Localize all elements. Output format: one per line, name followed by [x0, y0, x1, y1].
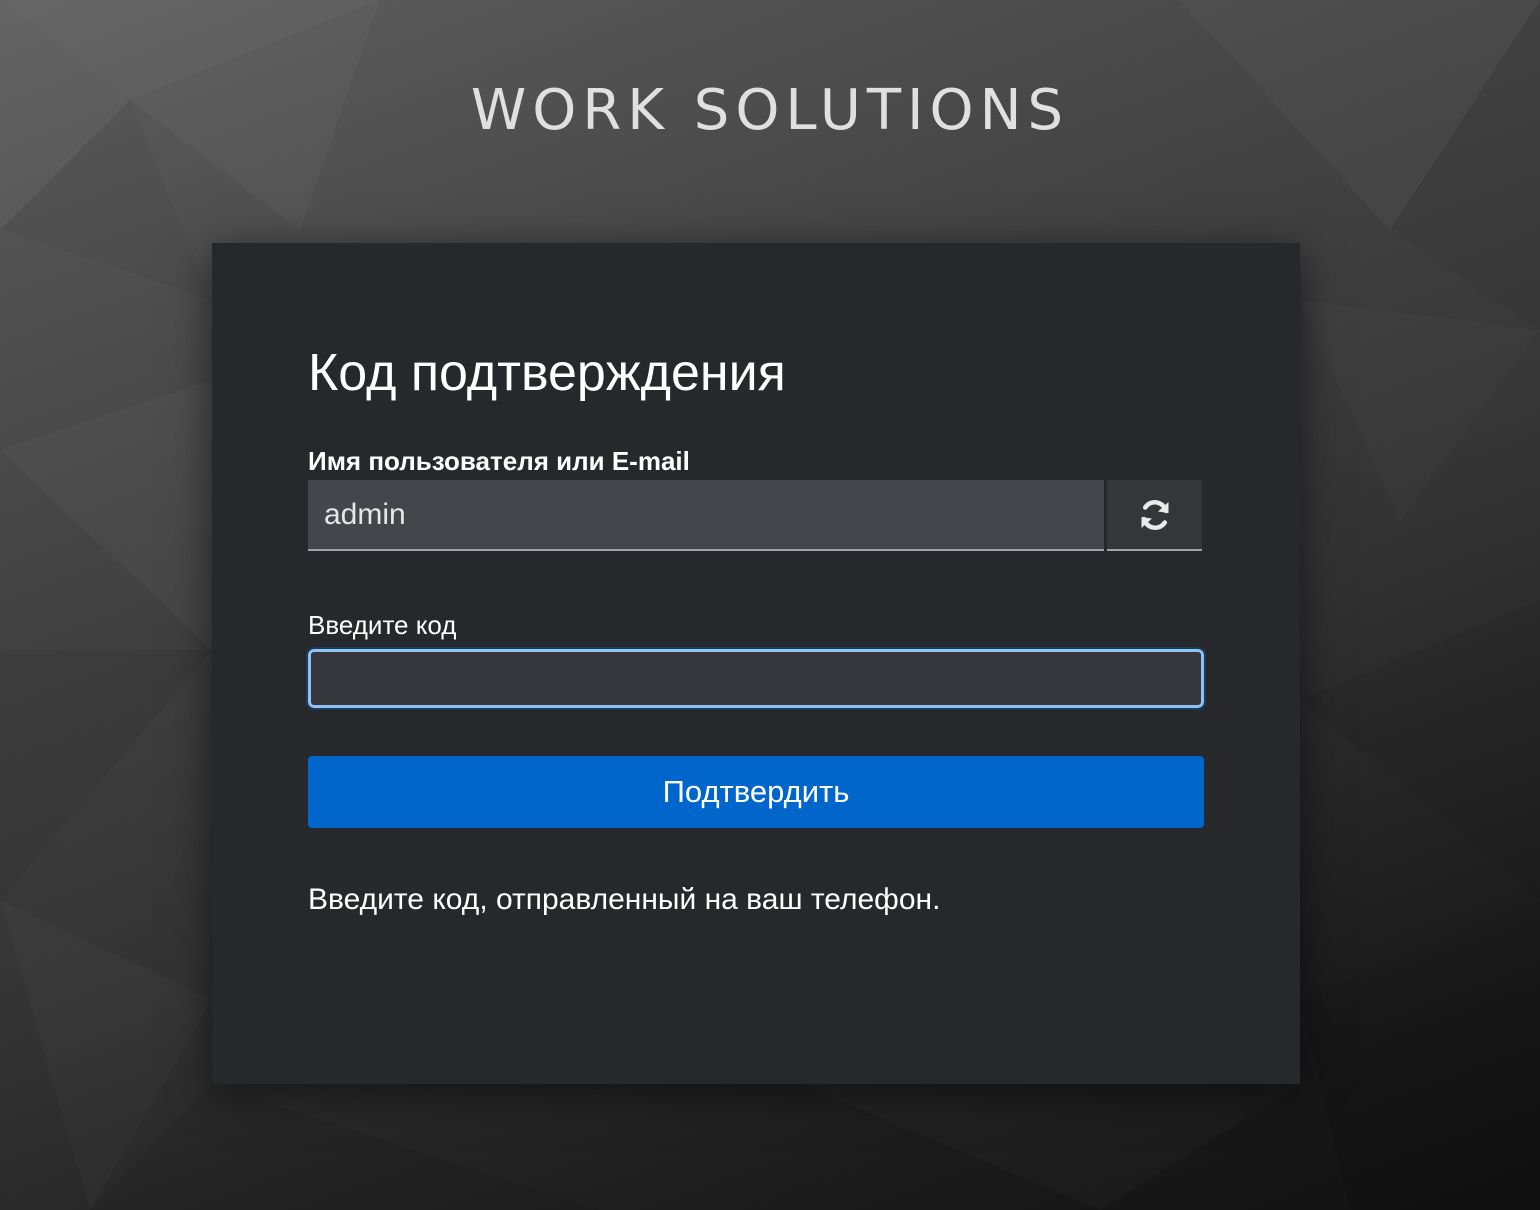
- page-title: Код подтверждения: [308, 344, 786, 402]
- info-message: Введите код, отправленный на ваш телефон…: [308, 883, 941, 916]
- username-field: admin: [308, 480, 1104, 551]
- username-value: admin: [324, 497, 406, 531]
- login-card: Код подтверждения Имя пользователя или E…: [212, 243, 1300, 1084]
- refresh-icon: [1141, 499, 1168, 530]
- username-label: Имя пользователя или E-mail: [308, 446, 690, 476]
- code-label: Введите код: [308, 610, 457, 640]
- reset-login-button[interactable]: [1107, 480, 1202, 551]
- code-input[interactable]: [306, 647, 1206, 710]
- brand-logo-text: WORK SOLUTIONS: [470, 78, 1070, 143]
- submit-button[interactable]: Подтвердить: [308, 756, 1204, 828]
